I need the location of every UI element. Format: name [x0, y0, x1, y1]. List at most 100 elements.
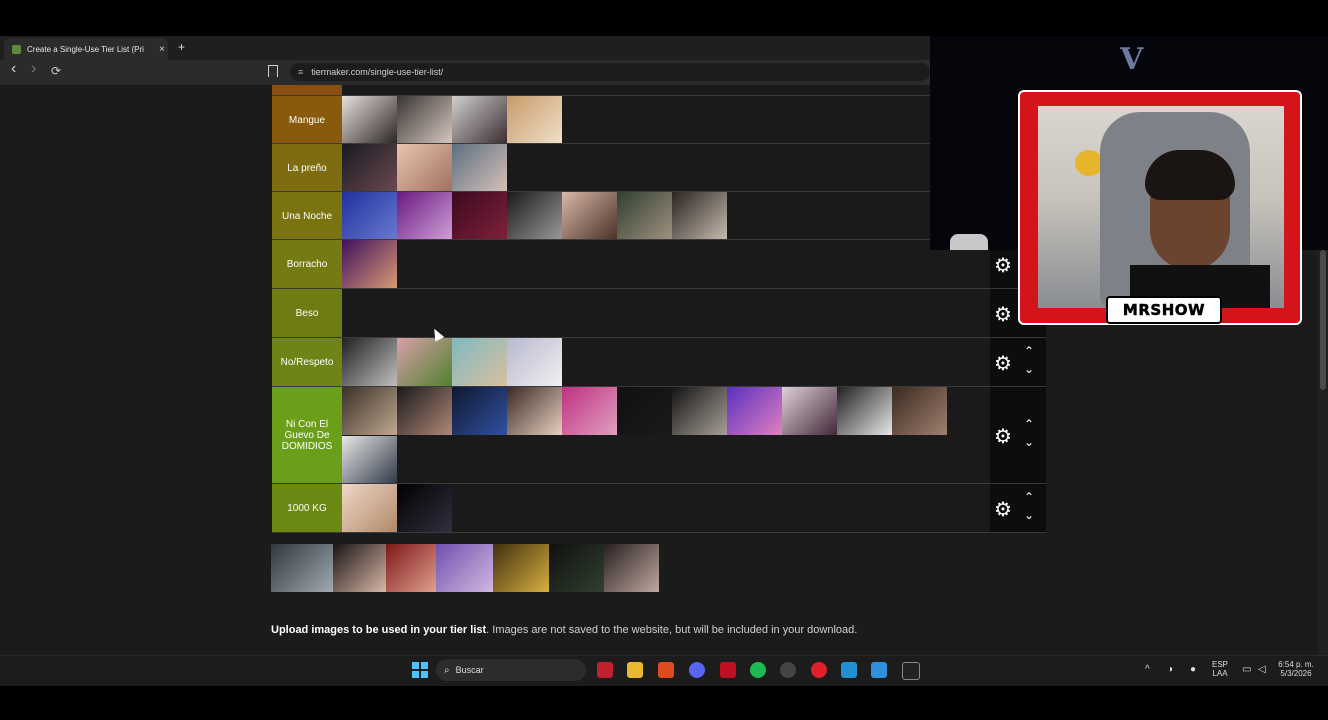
- url-text: tiermaker.com/single-use-tier-list/: [311, 67, 444, 77]
- tier-image[interactable]: [397, 484, 452, 532]
- gear-icon[interactable]: ⚙: [994, 253, 1012, 278]
- pool-image[interactable]: [386, 544, 436, 592]
- tier-image[interactable]: [342, 436, 397, 484]
- pool-image[interactable]: [493, 544, 549, 592]
- tier-image[interactable]: [507, 192, 562, 240]
- move-down-icon[interactable]: ⌄: [1024, 435, 1034, 449]
- move-up-icon[interactable]: ⌃: [1024, 344, 1034, 358]
- notepad-icon[interactable]: [841, 662, 857, 678]
- tier-image[interactable]: [397, 387, 452, 435]
- streamer-name-badge: MRSHOW: [1106, 296, 1222, 324]
- tier-image[interactable]: [562, 192, 617, 240]
- streamer-hair: [1145, 150, 1235, 200]
- streamer-name: MRSHOW: [1122, 301, 1206, 320]
- tier-label[interactable]: La preño: [272, 144, 342, 192]
- app-icon[interactable]: [902, 662, 920, 680]
- gear-icon[interactable]: ⚙: [994, 302, 1012, 327]
- tier-label[interactable]: Una Noche: [272, 192, 342, 240]
- move-down-icon[interactable]: ⌄: [1024, 508, 1034, 522]
- opera-icon[interactable]: [811, 662, 827, 678]
- volume-icon[interactable]: ◁: [1258, 664, 1266, 675]
- scrollbar-thumb[interactable]: [1320, 250, 1326, 390]
- tier-image[interactable]: [342, 144, 397, 192]
- move-up-icon[interactable]: ⌃: [1024, 417, 1034, 431]
- spotify-icon[interactable]: [750, 662, 766, 678]
- tier-image[interactable]: [342, 96, 397, 144]
- channel-logo: V: [1120, 42, 1144, 77]
- tier-image[interactable]: [452, 192, 507, 240]
- gear-icon[interactable]: ⚙: [994, 424, 1012, 449]
- tier-image[interactable]: [342, 387, 397, 435]
- forward-button[interactable]: ›: [31, 60, 36, 78]
- tier-image[interactable]: [892, 387, 947, 435]
- tier-image[interactable]: [397, 144, 452, 192]
- tier-image[interactable]: [507, 338, 562, 386]
- tier-image[interactable]: [617, 387, 672, 435]
- tier-controls: ⚙ ⌃ ⌄: [990, 338, 1046, 387]
- pool-image[interactable]: [333, 544, 386, 592]
- app-icon[interactable]: [871, 662, 887, 678]
- tier-image[interactable]: [342, 240, 397, 288]
- tier-image[interactable]: [397, 338, 452, 386]
- close-tab-icon[interactable]: ×: [156, 44, 168, 55]
- app-icon[interactable]: [597, 662, 613, 678]
- tray-app-icon[interactable]: ◑: [1167, 664, 1173, 675]
- tier-image[interactable]: [672, 387, 727, 435]
- microphone-icon[interactable]: ●: [1190, 664, 1196, 675]
- tier-image[interactable]: [452, 96, 507, 144]
- pool-image[interactable]: [549, 544, 604, 592]
- address-bar[interactable]: ≡ tiermaker.com/single-use-tier-list/: [290, 63, 930, 81]
- tier-image[interactable]: [342, 338, 397, 386]
- tier-label[interactable]: Mangue: [272, 96, 342, 144]
- tier-image[interactable]: [342, 192, 397, 240]
- tier-image[interactable]: [562, 387, 617, 435]
- tier-image[interactable]: [837, 387, 892, 435]
- tier-image[interactable]: [452, 144, 507, 192]
- app-icon[interactable]: [720, 662, 736, 678]
- tier-image[interactable]: [342, 484, 397, 532]
- app-icon[interactable]: [780, 662, 796, 678]
- gear-icon[interactable]: ⚙: [994, 351, 1012, 376]
- bookmark-icon[interactable]: [268, 65, 278, 77]
- discord-icon[interactable]: [689, 662, 705, 678]
- tier-controls: ⚙ ⌃ ⌄: [990, 387, 1046, 484]
- tray-overflow-icon[interactable]: ^: [1145, 664, 1150, 675]
- tier-label[interactable]: No/Respeto: [272, 338, 342, 387]
- tier-row: Ni Con El Guevo De DOMIDIOS ⚙ ⌃ ⌄: [272, 386, 1046, 484]
- reload-button[interactable]: ⟳: [51, 64, 61, 78]
- tier-label[interactable]: Ni Con El Guevo De DOMIDIOS: [272, 387, 342, 484]
- tab-title: Create a Single-Use Tier List (Pri: [27, 44, 144, 54]
- back-button[interactable]: ‹: [11, 60, 16, 78]
- pool-image[interactable]: [271, 544, 333, 592]
- browser-tab[interactable]: Create a Single-Use Tier List (Pri ×: [4, 38, 168, 60]
- tier-image[interactable]: [782, 387, 837, 435]
- site-info-icon[interactable]: ≡: [298, 67, 303, 77]
- new-tab-button[interactable]: +: [178, 40, 185, 54]
- windows-start-icon[interactable]: [412, 662, 428, 678]
- language-indicator[interactable]: ESP LAA: [1212, 660, 1228, 679]
- tier-label[interactable]: 1000 KG: [272, 484, 342, 532]
- gear-icon[interactable]: ⚙: [994, 497, 1012, 522]
- pool-image[interactable]: [604, 544, 659, 592]
- move-up-icon[interactable]: ⌃: [1024, 490, 1034, 504]
- tier-image[interactable]: [452, 387, 507, 435]
- tier-image[interactable]: [397, 96, 452, 144]
- tier-label[interactable]: Borracho: [272, 240, 342, 289]
- network-icon[interactable]: ▭: [1242, 664, 1251, 675]
- image-pool: [271, 544, 671, 593]
- tier-image[interactable]: [507, 96, 562, 144]
- tier-label[interactable]: Beso: [272, 289, 342, 338]
- clock[interactable]: 6:54 p. m. 5/3/2026: [1278, 660, 1314, 679]
- background-object: [950, 234, 988, 250]
- tier-image[interactable]: [452, 338, 507, 386]
- pool-image[interactable]: [436, 544, 493, 592]
- move-down-icon[interactable]: ⌄: [1024, 362, 1034, 376]
- tier-image[interactable]: [727, 387, 782, 435]
- taskbar-search[interactable]: ⌕ Buscar: [436, 659, 586, 681]
- file-explorer-icon[interactable]: [627, 662, 643, 678]
- tier-image[interactable]: [507, 387, 562, 435]
- tier-image[interactable]: [617, 192, 672, 240]
- tier-image[interactable]: [397, 192, 452, 240]
- brave-browser-icon[interactable]: [658, 662, 674, 678]
- tier-image[interactable]: [672, 192, 727, 240]
